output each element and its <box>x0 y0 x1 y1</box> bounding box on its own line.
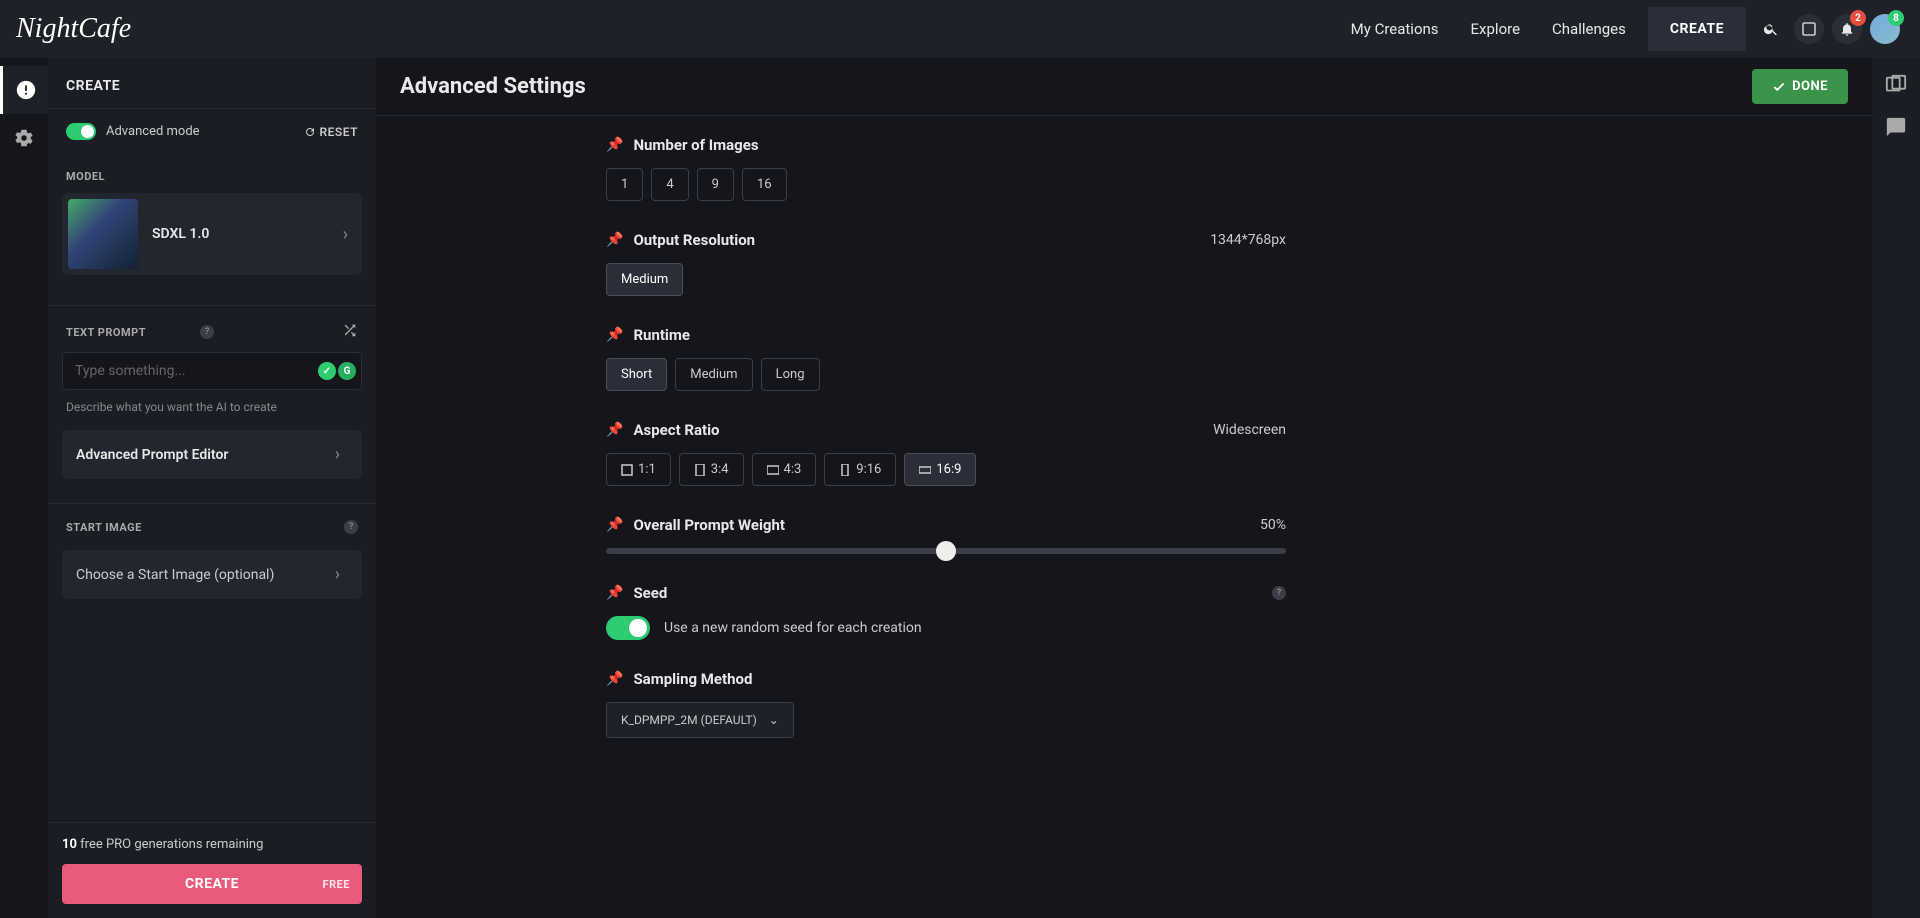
seed-title: Seed <box>633 584 1256 602</box>
prompt-weight-title: Overall Prompt Weight <box>633 516 1250 534</box>
prompt-weight-slider[interactable] <box>606 548 1286 554</box>
pin-icon[interactable]: 📌 <box>606 137 623 153</box>
model-section-label: MODEL <box>48 154 376 193</box>
num-images-9[interactable]: 9 <box>697 168 734 201</box>
advanced-prompt-editor[interactable]: Advanced Prompt Editor › <box>62 430 362 479</box>
ratio-4-3[interactable]: 4:3 <box>752 453 817 486</box>
chevron-down-icon: ⌄ <box>769 713 779 727</box>
model-selector[interactable]: SDXL 1.0 › <box>62 193 362 275</box>
chevron-right-icon: › <box>343 224 356 245</box>
pin-icon[interactable]: 📌 <box>606 422 623 438</box>
aspect-ratio-title: Aspect Ratio <box>633 421 1203 439</box>
pin-icon[interactable]: 📌 <box>606 517 623 533</box>
page-title: Advanced Settings <box>400 74 1752 99</box>
sidebar-create-header: CREATE <box>48 58 376 108</box>
sampling-method-title: Sampling Method <box>633 670 1286 688</box>
help-icon[interactable]: ? <box>1272 586 1286 600</box>
nav-challenges[interactable]: Challenges <box>1536 20 1642 38</box>
rail-settings-icon[interactable] <box>0 114 48 162</box>
pin-icon[interactable]: 📌 <box>606 585 623 601</box>
credits-remaining: 10 free PRO generations remaining <box>62 837 362 852</box>
pin-icon[interactable]: 📌 <box>606 327 623 343</box>
ratio-9-16[interactable]: 9:16 <box>824 453 896 486</box>
topbar-create-button[interactable]: CREATE <box>1648 7 1746 51</box>
output-resolution-title: Output Resolution <box>633 231 1200 249</box>
rail-create-icon[interactable] <box>0 66 48 114</box>
grammarly-icon: ✓ <box>318 362 336 380</box>
reset-button[interactable]: RESET <box>304 125 358 139</box>
logo[interactable]: NightCafe <box>16 13 131 45</box>
search-icon[interactable] <box>1756 14 1786 44</box>
num-images-1[interactable]: 1 <box>606 168 643 201</box>
ratio-3-4[interactable]: 3:4 <box>679 453 744 486</box>
start-image-selector[interactable]: Choose a Start Image (optional) › <box>62 550 362 599</box>
notifications-icon[interactable]: 2 <box>1832 14 1862 44</box>
free-tag: FREE <box>323 878 350 891</box>
ratio-16-9[interactable]: 16:9 <box>904 453 976 486</box>
advanced-mode-label: Advanced mode <box>106 124 304 139</box>
chevron-right-icon: › <box>335 444 348 465</box>
runtime-short[interactable]: Short <box>606 358 667 391</box>
start-image-label: START IMAGE <box>66 521 338 534</box>
ratio-1-1[interactable]: 1:1 <box>606 453 671 486</box>
number-of-images-title: Number of Images <box>633 136 1286 154</box>
chat-icon[interactable] <box>1885 116 1907 138</box>
runtime-title: Runtime <box>633 326 1286 344</box>
text-prompt-label: TEXT PROMPT <box>66 326 194 339</box>
prompt-hint: Describe what you want the AI to create <box>62 390 362 424</box>
avatar-badge: 8 <box>1888 10 1904 26</box>
num-images-4[interactable]: 4 <box>651 168 688 201</box>
model-thumbnail <box>68 199 138 269</box>
gallery-icon[interactable] <box>1794 14 1824 44</box>
sampling-method-dropdown[interactable]: K_DPMPP_2M (DEFAULT) ⌄ <box>606 702 794 738</box>
help-icon[interactable]: ? <box>344 520 358 534</box>
pin-icon[interactable]: 📌 <box>606 671 623 687</box>
slider-thumb[interactable] <box>936 541 956 561</box>
prompt-weight-value: 50% <box>1260 517 1286 533</box>
seed-toggle[interactable] <box>606 616 650 640</box>
shuffle-icon[interactable] <box>342 322 358 342</box>
aspect-ratio-value: Widescreen <box>1213 422 1286 438</box>
help-icon[interactable]: ? <box>200 325 214 339</box>
runtime-long[interactable]: Long <box>761 358 820 391</box>
images-icon[interactable] <box>1885 74 1907 96</box>
output-resolution-value: 1344*768px <box>1210 232 1286 248</box>
done-button[interactable]: DONE <box>1752 69 1848 104</box>
chevron-right-icon: › <box>335 564 348 585</box>
model-name: SDXL 1.0 <box>138 226 343 242</box>
seed-label: Use a new random seed for each creation <box>664 620 922 636</box>
notification-badge: 2 <box>1850 10 1866 26</box>
create-button[interactable]: CREATE FREE <box>62 864 362 904</box>
advanced-mode-toggle[interactable] <box>66 123 96 140</box>
runtime-medium[interactable]: Medium <box>675 358 752 391</box>
avatar[interactable]: 8 <box>1870 14 1900 44</box>
prompt-input[interactable] <box>62 352 362 390</box>
grammarly-g-icon: G <box>338 362 356 380</box>
nav-explore[interactable]: Explore <box>1455 20 1537 38</box>
nav-my-creations[interactable]: My Creations <box>1335 20 1455 38</box>
pin-icon[interactable]: 📌 <box>606 232 623 248</box>
num-images-16[interactable]: 16 <box>742 168 787 201</box>
resolution-medium[interactable]: Medium <box>606 263 683 296</box>
